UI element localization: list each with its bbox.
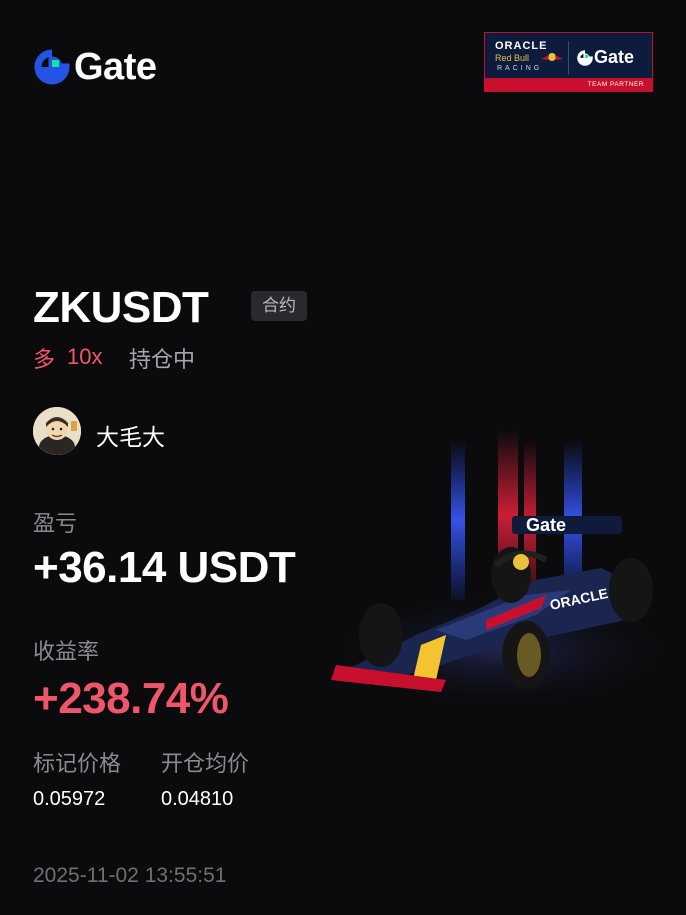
car-wing-text: Gate xyxy=(526,515,566,535)
mark-price-label: 标记价格 xyxy=(33,751,122,776)
symbol-title: ZKUSDT xyxy=(33,283,209,332)
gate-logo: Gate xyxy=(34,46,157,88)
brand-name: Gate xyxy=(74,46,157,88)
badge-gate: Gate xyxy=(577,47,634,68)
team-partner-badge: ORACLE Red Bull RACING Gate TEAM PARTNER xyxy=(484,32,653,92)
oracle-label: ORACLE xyxy=(495,40,548,52)
contract-tag: 合约 xyxy=(251,291,307,321)
timestamp: 2025-11-02 13:55:51 xyxy=(33,864,227,887)
position-status: 持仓中 xyxy=(129,347,196,372)
mark-price-value: 0.05972 xyxy=(33,788,106,810)
redbull-label: Red Bull xyxy=(495,53,530,63)
entry-price-label: 开仓均价 xyxy=(161,751,250,776)
race-car-illustration: Gate ORACLE xyxy=(326,430,681,710)
avatar xyxy=(33,407,81,455)
badge-divider xyxy=(568,41,569,75)
pnl-value: +36.14 USDT xyxy=(33,543,296,592)
pnl-label: 盈亏 xyxy=(33,511,78,536)
badge-gate-label: Gate xyxy=(594,47,635,67)
gate-logo-icon xyxy=(577,49,593,66)
bull-icon xyxy=(541,53,563,61)
roi-value: +238.74% xyxy=(33,674,229,723)
avatar-image xyxy=(33,407,81,455)
direction-label: 多 xyxy=(33,347,56,372)
username: 大毛大 xyxy=(96,424,165,450)
roi-label: 收益率 xyxy=(33,639,100,664)
team-partner-label: TEAM PARTNER xyxy=(485,78,652,91)
leverage-label: 10x xyxy=(67,344,103,369)
racing-label: RACING xyxy=(497,65,543,72)
gate-logo-icon xyxy=(34,49,70,85)
entry-price-value: 0.04810 xyxy=(161,788,234,810)
